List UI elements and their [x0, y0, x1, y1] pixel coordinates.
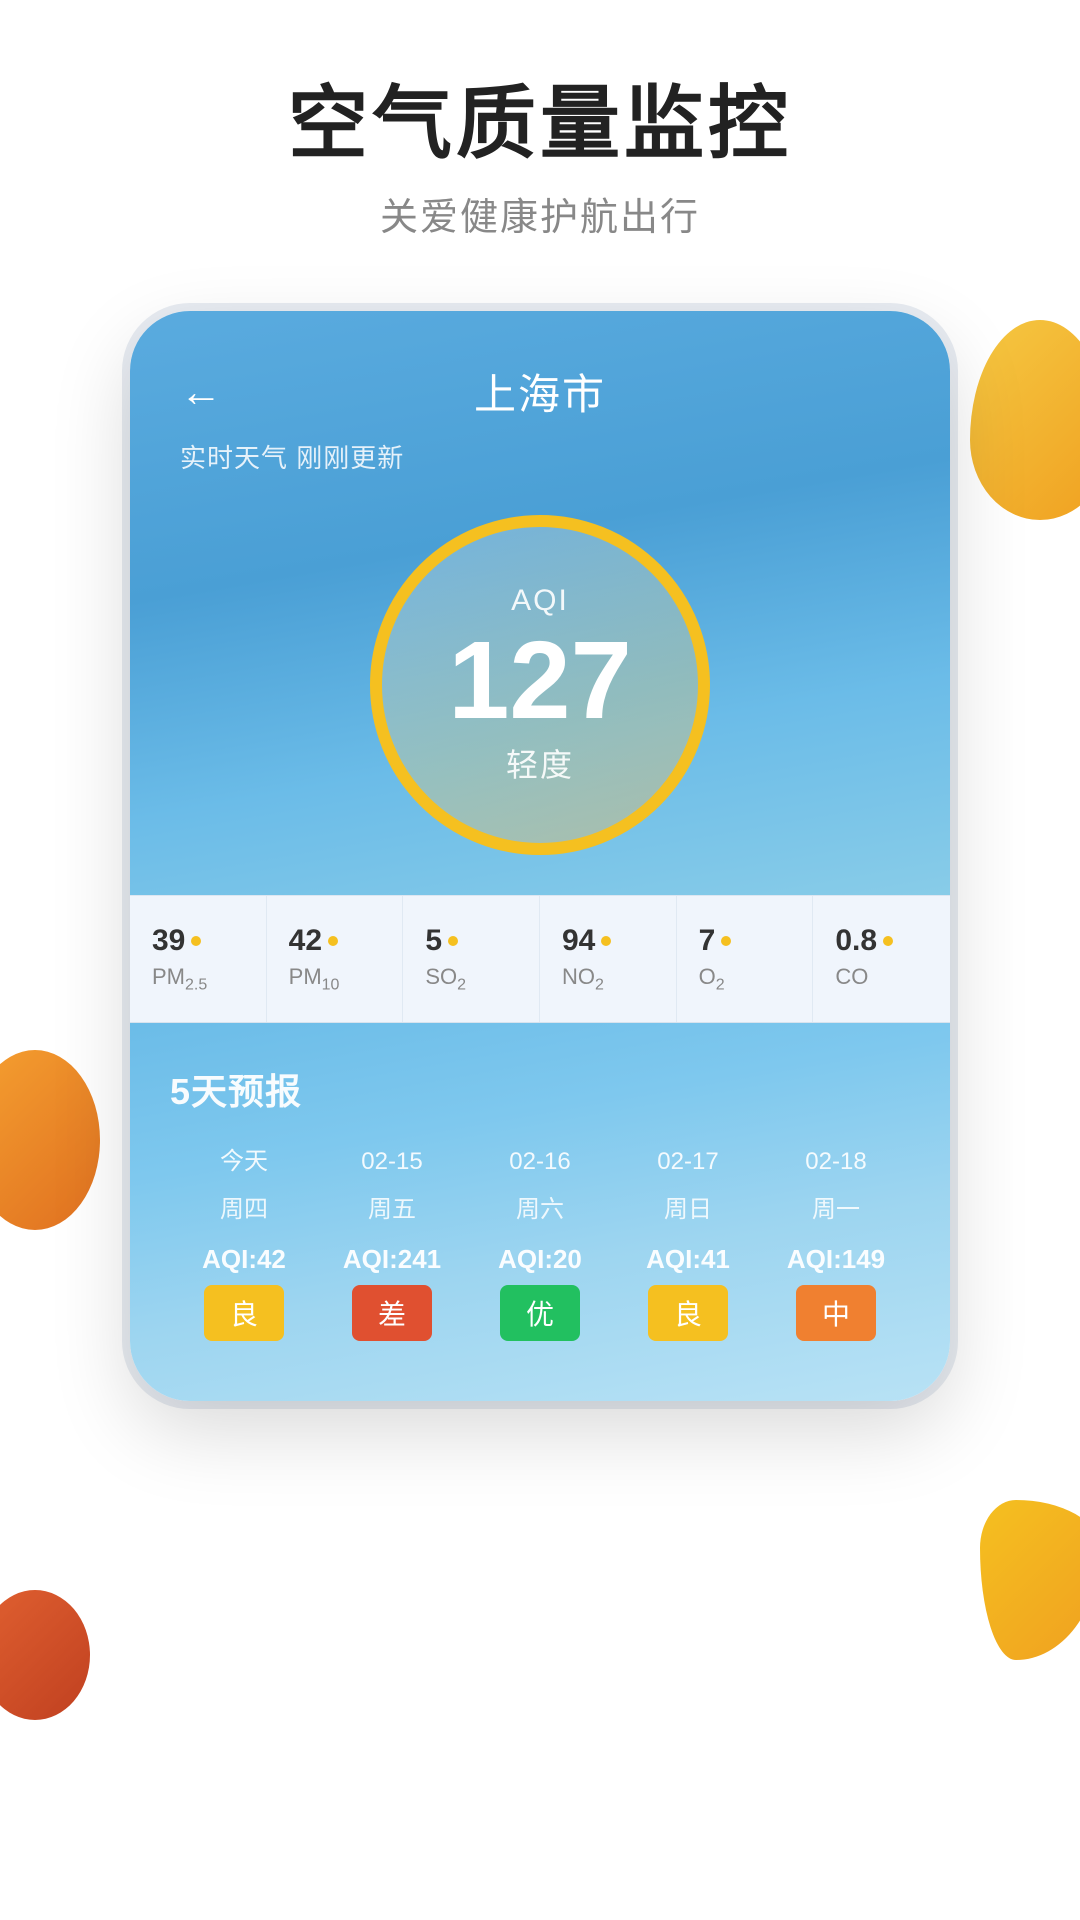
decorative-blob-bottom-right: [980, 1500, 1080, 1660]
decorative-blob-top-right: [970, 320, 1080, 520]
forecast-title: 5天预报: [170, 1063, 910, 1115]
forecast-badge-1: 差: [352, 1285, 432, 1341]
pollutant-value-3: 94: [562, 924, 595, 958]
forecast-weekday-4: 周一: [812, 1189, 860, 1224]
pollutant-value-4: 7: [699, 924, 716, 958]
forecast-day-4: 02-18 周一 AQI:149 中: [762, 1145, 910, 1341]
forecast-date-2: 02-16: [509, 1145, 570, 1179]
forecast-date-1: 02-15: [361, 1145, 422, 1179]
pollutant-dot-5: [883, 936, 893, 946]
pollutant-item-so2: 5SO2: [403, 896, 540, 1022]
forecast-weekday-0: 周四: [220, 1189, 268, 1224]
pollutant-value-1: 42: [289, 924, 322, 958]
pollutant-item-o2: 7O2: [677, 896, 814, 1022]
pollutant-name-2: SO2: [425, 964, 466, 994]
pollutant-item-co: 0.8 CO: [813, 896, 950, 1022]
page-title: 空气质量监控: [0, 80, 1080, 168]
pollutant-name-4: O2: [699, 964, 725, 994]
forecast-day-2: 02-16 周六 AQI:20 优: [466, 1145, 614, 1341]
forecast-date-0: 今天: [220, 1145, 268, 1179]
phone-container: ← 上海市 实时天气 刚刚更新 AQI 127 轻度 39P: [130, 311, 950, 1401]
pollutant-item-no2: 94NO2: [540, 896, 677, 1022]
pollutant-name-3: NO2: [562, 964, 604, 994]
pollutant-dot-1: [328, 936, 338, 946]
app-nav: ← 上海市: [180, 361, 900, 422]
forecast-badge-0: 良: [204, 1285, 284, 1341]
phone-mockup: ← 上海市 实时天气 刚刚更新 AQI 127 轻度 39P: [130, 311, 950, 1401]
pollutants-grid: 39PM2.542PM105SO294NO27O20.8CO: [130, 895, 950, 1022]
forecast-date-4: 02-18: [805, 1145, 866, 1179]
pollutant-dot-0: [191, 936, 201, 946]
page-header: 空气质量监控 关爱健康护航出行: [0, 0, 1080, 281]
forecast-aqi-0: AQI:42: [202, 1244, 286, 1275]
forecast-badge-2: 优: [500, 1285, 580, 1341]
decorative-blob-bottom-left: [0, 1050, 100, 1230]
forecast-day-3: 02-17 周日 AQI:41 良: [614, 1145, 762, 1341]
forecast-weekday-1: 周五: [368, 1189, 416, 1224]
forecast-day-0: 今天周四 AQI:42 良: [170, 1145, 318, 1341]
back-button[interactable]: ←: [180, 368, 222, 416]
pollutant-dot-3: [601, 936, 611, 946]
aqi-circle-container: AQI 127 轻度: [180, 505, 900, 895]
forecast-aqi-1: AQI:241: [343, 1244, 441, 1275]
city-title: 上海市: [474, 361, 606, 422]
forecast-aqi-3: AQI:41: [646, 1244, 730, 1275]
pollutant-item-pm2.5: 39 PM2.5: [130, 896, 267, 1022]
forecast-aqi-4: AQI:149: [787, 1244, 885, 1275]
forecast-day-1: 02-15 周五 AQI:241 差: [318, 1145, 466, 1341]
forecast-weekday-2: 周六: [516, 1189, 564, 1224]
weather-status: 实时天气 刚刚更新: [180, 438, 900, 475]
pollutants-section: 39PM2.542PM105SO294NO27O20.8CO: [130, 895, 950, 1022]
pollutant-value-5: 0.8: [835, 924, 877, 958]
pollutant-value-0: 39: [152, 924, 185, 958]
pollutant-dot-2: [448, 936, 458, 946]
app-top-section: ← 上海市 实时天气 刚刚更新 AQI 127 轻度: [130, 311, 950, 895]
forecast-badge-4: 中: [796, 1285, 876, 1341]
page-subtitle: 关爱健康护航出行: [0, 186, 1080, 241]
aqi-value: 127: [448, 626, 632, 736]
aqi-description: 轻度: [506, 740, 574, 786]
decorative-blob-bottom-left2: [0, 1590, 90, 1720]
aqi-circle: AQI 127 轻度: [370, 515, 710, 855]
pollutant-item-pm10: 42 PM10: [267, 896, 404, 1022]
pollutant-name-1: PM10: [289, 964, 340, 994]
aqi-label: AQI: [511, 584, 569, 618]
pollutant-name-0: PM2.5: [152, 964, 207, 994]
pollutant-value-2: 5: [425, 924, 442, 958]
forecast-grid: 今天周四 AQI:42 良 02-15 周五 AQI:241 差 02-16 周六 AQI:20 优…: [170, 1145, 910, 1341]
forecast-weekday-3: 周日: [664, 1189, 712, 1224]
forecast-badge-3: 良: [648, 1285, 728, 1341]
pollutant-dot-4: [721, 936, 731, 946]
pollutant-name-5: CO: [835, 964, 868, 990]
app-screen: ← 上海市 实时天气 刚刚更新 AQI 127 轻度 39P: [130, 311, 950, 1401]
forecast-date-3: 02-17: [657, 1145, 718, 1179]
forecast-aqi-2: AQI:20: [498, 1244, 582, 1275]
forecast-section: 5天预报 今天周四 AQI:42 良 02-15 周五 AQI:241 差 02-16 周六 AQ…: [130, 1023, 950, 1401]
